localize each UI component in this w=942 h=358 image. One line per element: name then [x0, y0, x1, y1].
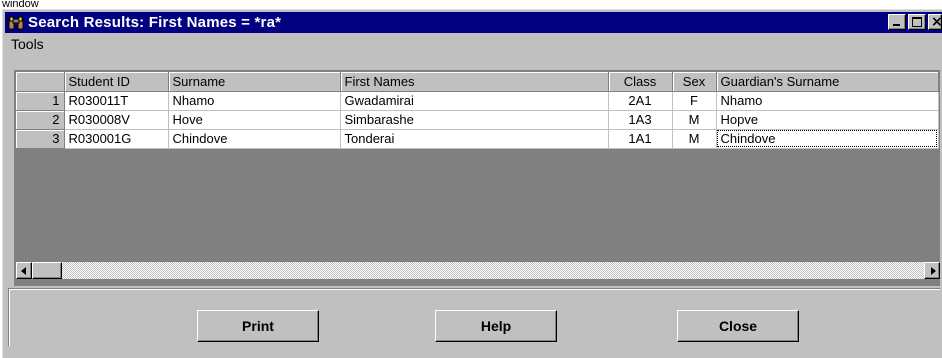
- window-controls: ×: [886, 14, 942, 30]
- cell-guardian-surname[interactable]: Hopve: [716, 110, 939, 130]
- column-header-surname[interactable]: Surname: [168, 72, 341, 92]
- cell-guardian-surname[interactable]: Chindove: [716, 129, 939, 149]
- cell-sex[interactable]: M: [672, 129, 717, 149]
- print-button[interactable]: Print: [197, 310, 319, 342]
- cell-first-names[interactable]: Tonderai: [340, 129, 609, 149]
- maximize-icon[interactable]: [908, 14, 926, 30]
- column-header-class[interactable]: Class: [608, 72, 673, 92]
- title-bar[interactable]: Search Results: First Names = *ra* ×: [5, 12, 942, 33]
- cell-class[interactable]: 1A1: [608, 129, 673, 149]
- row-number[interactable]: 3: [16, 129, 65, 149]
- column-header-guardian-surname[interactable]: Guardian's Surname: [716, 72, 939, 92]
- cell-class[interactable]: 2A1: [608, 91, 673, 111]
- table-row[interactable]: 3 R030001G Chindove Tonderai 1A1 M Chind…: [16, 129, 939, 149]
- column-header-student-id[interactable]: Student ID: [64, 72, 169, 92]
- window-title: Search Results: First Names = *ra*: [28, 14, 282, 31]
- cell-first-names[interactable]: Gwadamirai: [340, 91, 609, 111]
- cell-guardian-surname[interactable]: Nhamo: [716, 91, 939, 111]
- background-window-caption: window: [2, 0, 39, 9]
- cell-surname[interactable]: Nhamo: [168, 91, 341, 111]
- table-row[interactable]: 2 R030008V Hove Simbarashe 1A3 M Hopve: [16, 110, 939, 130]
- menu-tools[interactable]: Tools: [9, 36, 46, 52]
- cell-sex[interactable]: M: [672, 110, 717, 130]
- minimize-icon[interactable]: [888, 14, 906, 30]
- cell-sex[interactable]: F: [672, 91, 717, 111]
- button-panel: Print Help Close: [8, 288, 940, 346]
- close-icon[interactable]: ×: [928, 14, 942, 30]
- menu-bar: Tools: [9, 36, 46, 54]
- close-button[interactable]: Close: [677, 310, 799, 342]
- column-header-first-names[interactable]: First Names: [340, 72, 609, 92]
- horizontal-scrollbar[interactable]: [16, 262, 940, 279]
- row-number[interactable]: 2: [16, 110, 65, 130]
- table-row[interactable]: 1 R030011T Nhamo Gwadamirai 2A1 F Nhamo: [16, 91, 939, 111]
- cell-surname[interactable]: Hove: [168, 110, 341, 130]
- help-button[interactable]: Help: [435, 310, 557, 342]
- cell-student-id[interactable]: R030011T: [64, 91, 169, 111]
- row-number[interactable]: 1: [16, 91, 65, 111]
- cell-surname[interactable]: Chindove: [168, 129, 341, 149]
- cell-first-names[interactable]: Simbarashe: [340, 110, 609, 130]
- cell-student-id[interactable]: R030001G: [64, 129, 169, 149]
- corner-header[interactable]: [16, 72, 65, 92]
- scroll-left-icon[interactable]: [16, 262, 32, 279]
- header-row: Student ID Surname First Names Class Sex…: [16, 72, 939, 92]
- cell-class[interactable]: 1A3: [608, 110, 673, 130]
- binoculars-icon[interactable]: [7, 15, 25, 31]
- scroll-track[interactable]: [62, 262, 924, 279]
- results-table: Student ID Surname First Names Class Sex…: [16, 72, 939, 149]
- results-grid[interactable]: Student ID Surname First Names Class Sex…: [14, 70, 940, 286]
- cell-student-id[interactable]: R030008V: [64, 110, 169, 130]
- scroll-right-icon[interactable]: [924, 262, 940, 279]
- scroll-thumb[interactable]: [32, 262, 62, 279]
- column-header-sex[interactable]: Sex: [672, 72, 717, 92]
